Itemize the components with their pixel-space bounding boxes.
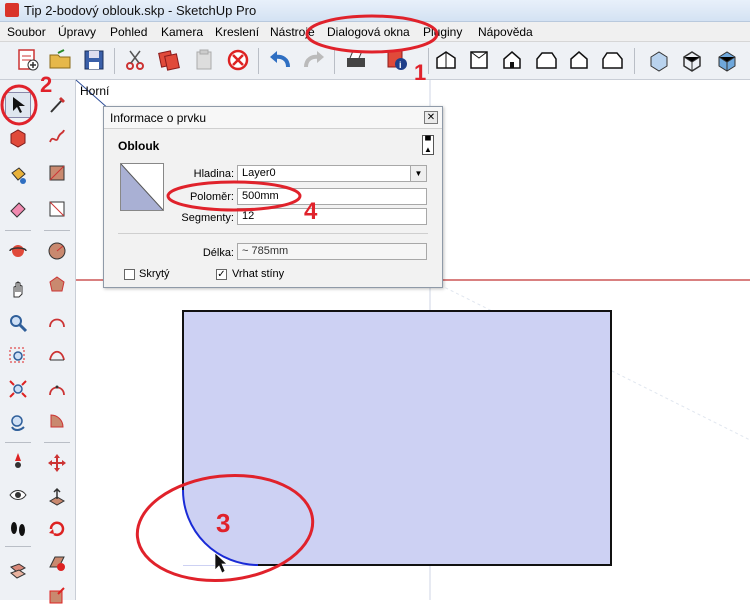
annotation-ellipse-select xyxy=(0,84,38,126)
annotation-number-4: 4 xyxy=(304,198,318,225)
annotation-ellipse-menu xyxy=(305,14,439,54)
annotation-number-3: 3 xyxy=(216,508,231,538)
annotation-overlay xyxy=(0,14,439,583)
annotation-number-2: 2 xyxy=(40,72,53,97)
annotation-ellipse-radius xyxy=(166,180,302,212)
annotation-number-1: 1 xyxy=(414,60,427,85)
